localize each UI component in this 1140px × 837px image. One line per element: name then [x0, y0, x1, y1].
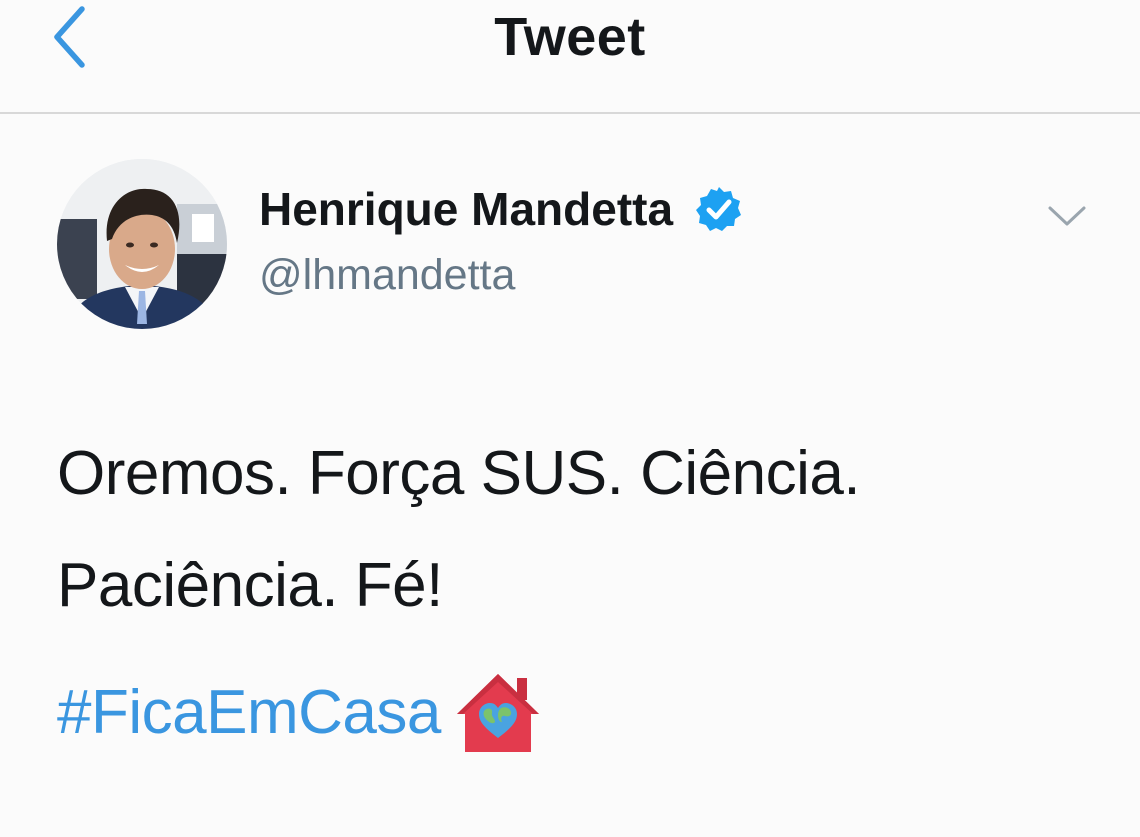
tweet-text-line: Oremos. Força SUS. Ciência.: [57, 439, 861, 508]
verified-badge-icon: [696, 187, 742, 231]
avatar-photo: [57, 159, 227, 329]
author-name-text: Henrique Mandetta: [259, 183, 674, 235]
author-handle[interactable]: @lhmandetta: [259, 249, 515, 301]
author-display-name[interactable]: Henrique Mandetta: [259, 181, 743, 237]
tweet-text: Oremos. Força SUS. Ciência. Paciência. F…: [57, 418, 1097, 642]
avatar[interactable]: [57, 159, 227, 329]
hashtag-link[interactable]: #FicaEmCasa: [57, 672, 441, 754]
nav-bar: Tweet: [0, 0, 1140, 114]
hashtag-row: #FicaEmCasa: [57, 670, 541, 756]
tweet-menu-button[interactable]: [1042, 196, 1092, 236]
house-with-earth-heart-icon: [456, 674, 539, 752]
tweet-text-line: Paciência. Fé!: [57, 551, 443, 620]
chevron-down-icon: [1048, 206, 1086, 226]
page-title: Tweet: [494, 7, 646, 67]
